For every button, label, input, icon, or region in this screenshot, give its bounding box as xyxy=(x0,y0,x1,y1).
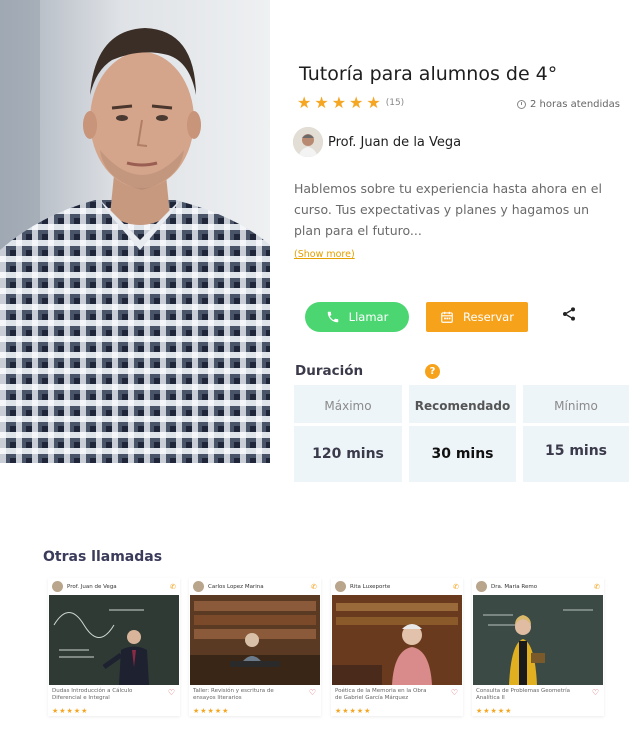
clock-icon xyxy=(517,100,526,109)
phone-icon[interactable]: ✆ xyxy=(170,583,176,591)
heart-icon[interactable]: ♡ xyxy=(592,688,599,697)
rating-stars: ★ ★ ★ ★ ★ (15) xyxy=(297,95,404,111)
star-icon: ★ xyxy=(297,93,312,112)
teacher-photo xyxy=(0,0,270,463)
share-icon[interactable] xyxy=(561,306,577,326)
duration-max-header: Máximo xyxy=(294,385,402,423)
call-card[interactable]: Carlos Lopez Marina ✆ Taller: Revisión y… xyxy=(189,578,321,716)
phone-icon xyxy=(327,311,338,323)
teacher-name[interactable]: Prof. Juan de la Vega xyxy=(328,135,461,150)
duration-recommended-value[interactable]: 30 mins xyxy=(409,426,516,482)
card-image xyxy=(473,595,603,685)
card-image xyxy=(332,595,462,685)
card-teacher-name: Carlos Lopez Marina xyxy=(208,583,264,590)
call-button[interactable]: Llamar xyxy=(305,302,409,332)
card-teacher-name: Dra. María Remo xyxy=(491,583,538,590)
phone-icon[interactable]: ✆ xyxy=(311,583,317,591)
rating-count: (15) xyxy=(385,98,405,108)
card-description: Consulta de Problemas Geometría Analític… xyxy=(476,688,571,701)
call-button-label: Llamar xyxy=(348,310,389,324)
other-calls-title: Otras llamadas xyxy=(43,549,163,565)
hours-text: 2 horas atendidas xyxy=(530,99,620,110)
star-icon: ★ xyxy=(314,93,329,112)
show-more-link[interactable]: (Show more) xyxy=(294,249,355,260)
card-description: Poética de la Memoria en la Obra de Gabr… xyxy=(335,688,427,701)
call-card[interactable]: Dra. María Remo ✆ Consulta de Problemas … xyxy=(472,578,604,716)
heart-icon[interactable]: ♡ xyxy=(168,688,175,697)
book-button[interactable]: Reservar xyxy=(426,302,528,332)
card-stars: ★★★★★ xyxy=(476,707,513,715)
avatar xyxy=(335,581,346,592)
duration-recommended-header: Recomendado xyxy=(409,385,516,423)
card-stars: ★★★★★ xyxy=(335,707,372,715)
duration-min-header: Mínimo xyxy=(523,385,629,423)
avatar xyxy=(476,581,487,592)
duration-min-value[interactable]: 15 mins xyxy=(523,426,629,482)
card-stars: ★★★★★ xyxy=(193,707,230,715)
card-image xyxy=(49,595,179,685)
session-description: Hablemos sobre tu experiencia hasta ahor… xyxy=(294,181,602,238)
call-card[interactable]: Rita Luxeporte ✆ Poética de la Memoria e… xyxy=(331,578,463,716)
duration-max-value[interactable]: 120 mins xyxy=(294,426,402,482)
call-card[interactable]: Prof. Juan de Vega ✆ Dudas Introducción … xyxy=(48,578,180,716)
avatar xyxy=(52,581,63,592)
heart-icon[interactable]: ♡ xyxy=(309,688,316,697)
star-icon: ★ xyxy=(331,93,347,112)
phone-icon[interactable]: ✆ xyxy=(594,583,600,591)
card-stars: ★★★★★ xyxy=(52,707,89,715)
session-title: Tutoría para alumnos de 4° xyxy=(299,63,558,85)
book-button-label: Reservar xyxy=(463,310,514,324)
calendar-icon xyxy=(441,311,453,323)
card-teacher-name: Rita Luxeporte xyxy=(350,583,391,590)
card-description: Dudas Introducción a Cálculo Diferencial… xyxy=(52,688,133,701)
card-teacher-name: Prof. Juan de Vega xyxy=(67,583,117,590)
avatar xyxy=(193,581,204,592)
help-icon[interactable]: ? xyxy=(425,364,440,379)
heart-icon[interactable]: ♡ xyxy=(451,688,458,697)
teacher-info[interactable]: Prof. Juan de la Vega xyxy=(293,127,461,157)
duration-label: Duración xyxy=(295,363,364,379)
star-icon: ★ xyxy=(366,93,381,112)
card-image xyxy=(190,595,320,685)
star-icon: ★ xyxy=(349,93,364,112)
teacher-avatar[interactable] xyxy=(293,127,323,157)
hours-attended: 2 horas atendidas xyxy=(517,99,620,110)
phone-icon[interactable]: ✆ xyxy=(453,583,459,591)
card-description: Taller: Revisión y escritura de ensayos … xyxy=(193,688,274,701)
